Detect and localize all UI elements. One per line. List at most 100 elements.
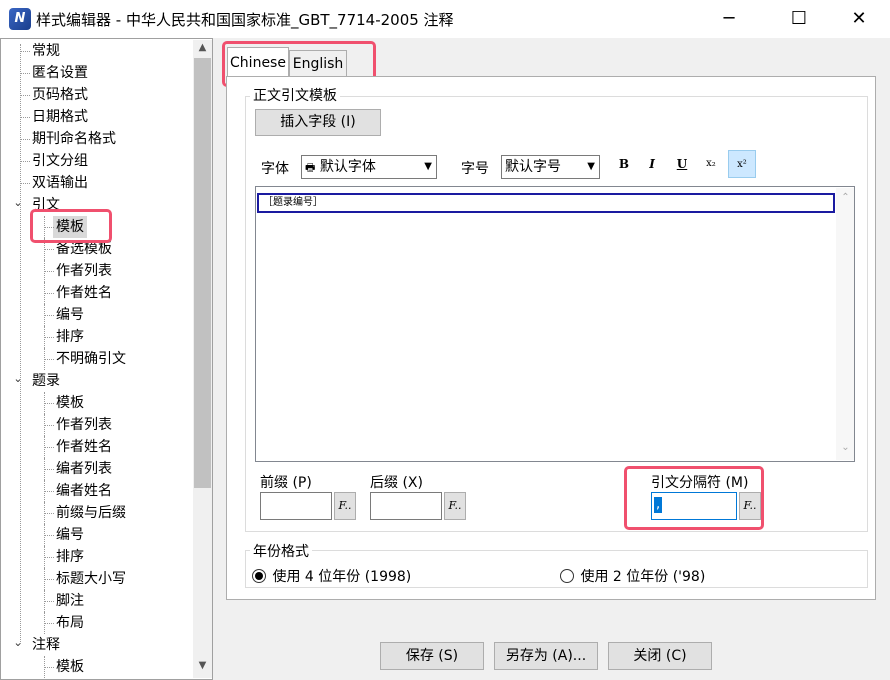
year-2-option[interactable]: 使用 2 位年份 ('98) — [560, 566, 705, 586]
suffix-input[interactable] — [370, 492, 442, 520]
maximize-button[interactable]: ☐ — [776, 0, 822, 38]
tree-connector — [44, 667, 54, 668]
minimize-button[interactable]: ─ — [706, 0, 752, 38]
tree-connector — [44, 425, 54, 426]
tree-connector — [20, 44, 21, 644]
template-group-legend: 正文引文模板 — [250, 85, 340, 105]
tree-item[interactable]: 排序 — [56, 326, 84, 348]
tree-item[interactable]: 作者列表 — [56, 260, 112, 282]
tree-item[interactable]: 编者姓名 — [56, 480, 112, 502]
font-select-value: 默认字体 — [319, 159, 376, 175]
tree-connector — [44, 326, 45, 348]
save-button[interactable]: 保存 (S) — [380, 642, 484, 670]
tree-connector — [44, 392, 45, 414]
tree-item[interactable]: 常规 — [32, 40, 60, 62]
tree-item[interactable]: 匿名设置 — [32, 62, 88, 84]
tree-item[interactable]: 日期格式 — [32, 106, 88, 128]
chevron-down-icon[interactable]: ⌄ — [12, 197, 24, 209]
tree-item[interactable]: 布局 — [56, 612, 84, 634]
scroll-down-icon[interactable]: ▼ — [194, 660, 211, 671]
prefix-f-button[interactable]: F.. — [334, 492, 356, 520]
tree-connector — [44, 612, 45, 634]
tree-connector — [44, 447, 54, 448]
prefix-input[interactable] — [260, 492, 332, 520]
tree-connector — [44, 568, 45, 590]
tree-item[interactable]: 作者姓名 — [56, 282, 112, 304]
tree-connector — [44, 491, 54, 492]
tree-connector — [44, 502, 45, 524]
chevron-down-icon[interactable]: ⌄ — [12, 637, 24, 649]
prefix-label: 前缀 (P) — [260, 475, 312, 491]
template-editor[interactable] — [255, 186, 855, 462]
tree-item[interactable]: 标题大小写 — [56, 568, 126, 590]
scroll-up-icon[interactable]: ▲ — [194, 42, 211, 53]
tree-connector — [44, 414, 45, 436]
size-select-value: 默认字号 — [505, 159, 561, 175]
font-icon: 🖶 — [305, 161, 316, 174]
editor-scroll-up-icon[interactable]: ⌃ — [837, 192, 854, 203]
tree-scrollbar-thumb[interactable] — [194, 58, 211, 488]
tree-connector — [20, 95, 30, 96]
italic-button[interactable]: I — [641, 153, 663, 175]
font-select[interactable]: 🖶 默认字体 ▼ — [301, 155, 437, 179]
size-label: 字号 — [461, 161, 489, 177]
app-logo-icon: N — [9, 8, 31, 30]
radio-selected-icon[interactable] — [252, 569, 266, 583]
tree-item[interactable]: 模板 — [56, 656, 84, 678]
tree-connector — [44, 271, 54, 272]
radio-unselected-icon[interactable] — [560, 569, 574, 583]
chevron-down-icon: ▼ — [424, 161, 432, 172]
tree-connector — [44, 249, 54, 250]
bold-button[interactable]: B — [613, 153, 635, 175]
editor-scrollbar[interactable] — [836, 188, 854, 460]
subscript-button[interactable]: x₂ — [700, 153, 722, 175]
tree-connector — [44, 315, 54, 316]
editor-line[interactable]: ［题录编号］ — [257, 193, 835, 213]
tree-connector — [44, 656, 45, 678]
tree-item[interactable]: 双语输出 — [32, 172, 88, 194]
tree-connector — [44, 623, 54, 624]
tree-item[interactable]: 作者列表 — [56, 414, 112, 436]
tree-item[interactable]: 期刊命名格式 — [32, 128, 116, 150]
underline-button[interactable]: U — [671, 153, 693, 175]
tree-connector — [20, 117, 30, 118]
year-4-option[interactable]: 使用 4 位年份 (1998) — [252, 566, 411, 586]
tree-item[interactable]: 脚注 — [56, 590, 84, 612]
tree-item[interactable]: 编号 — [56, 524, 84, 546]
tree-connector — [44, 535, 54, 536]
tree-connector — [20, 161, 30, 162]
tree-item[interactable]: 题录 — [32, 370, 60, 392]
tree-item[interactable]: 注释 — [32, 634, 60, 656]
size-select[interactable]: 默认字号 ▼ — [501, 155, 600, 179]
tree-connector — [44, 513, 54, 514]
tree-connector — [44, 293, 54, 294]
tree-connector — [20, 183, 30, 184]
tree-item[interactable]: 编号 — [56, 304, 84, 326]
tree-connector — [44, 282, 45, 304]
superscript-button[interactable]: x² — [728, 150, 756, 178]
insert-field-button[interactable]: 插入字段 (I) — [255, 109, 381, 136]
save-as-button[interactable]: 另存为 (A)... — [494, 642, 598, 670]
close-button[interactable]: 关闭 (C) — [608, 642, 712, 670]
tree-connector — [44, 557, 54, 558]
suffix-f-button[interactable]: F.. — [444, 492, 466, 520]
tree-item[interactable]: 页码格式 — [32, 84, 88, 106]
tree-item[interactable]: 编者列表 — [56, 458, 112, 480]
tree-item[interactable]: 模板 — [56, 392, 84, 414]
tree-item[interactable]: 不明确引文 — [56, 348, 126, 370]
tree-connector — [44, 436, 45, 458]
tree-item[interactable]: 引文分组 — [32, 150, 88, 172]
tree-connector — [44, 403, 54, 404]
editor-scroll-down-icon[interactable]: ⌄ — [837, 442, 854, 453]
tree-connector — [44, 348, 45, 370]
tree-item[interactable]: 作者姓名 — [56, 436, 112, 458]
tree-connector — [44, 546, 45, 568]
year-format-legend: 年份格式 — [250, 541, 312, 561]
tree-connector — [44, 524, 45, 546]
title-bar: N 样式编辑器 - 中华人民共和国国家标准_GBT_7714-2005 注释 ─… — [0, 0, 890, 38]
chevron-down-icon[interactable]: ⌄ — [12, 373, 24, 385]
chevron-down-icon: ▼ — [587, 161, 595, 172]
close-window-button[interactable]: ✕ — [836, 0, 882, 38]
tree-item[interactable]: 前缀与后缀 — [56, 502, 126, 524]
tree-item[interactable]: 排序 — [56, 546, 84, 568]
